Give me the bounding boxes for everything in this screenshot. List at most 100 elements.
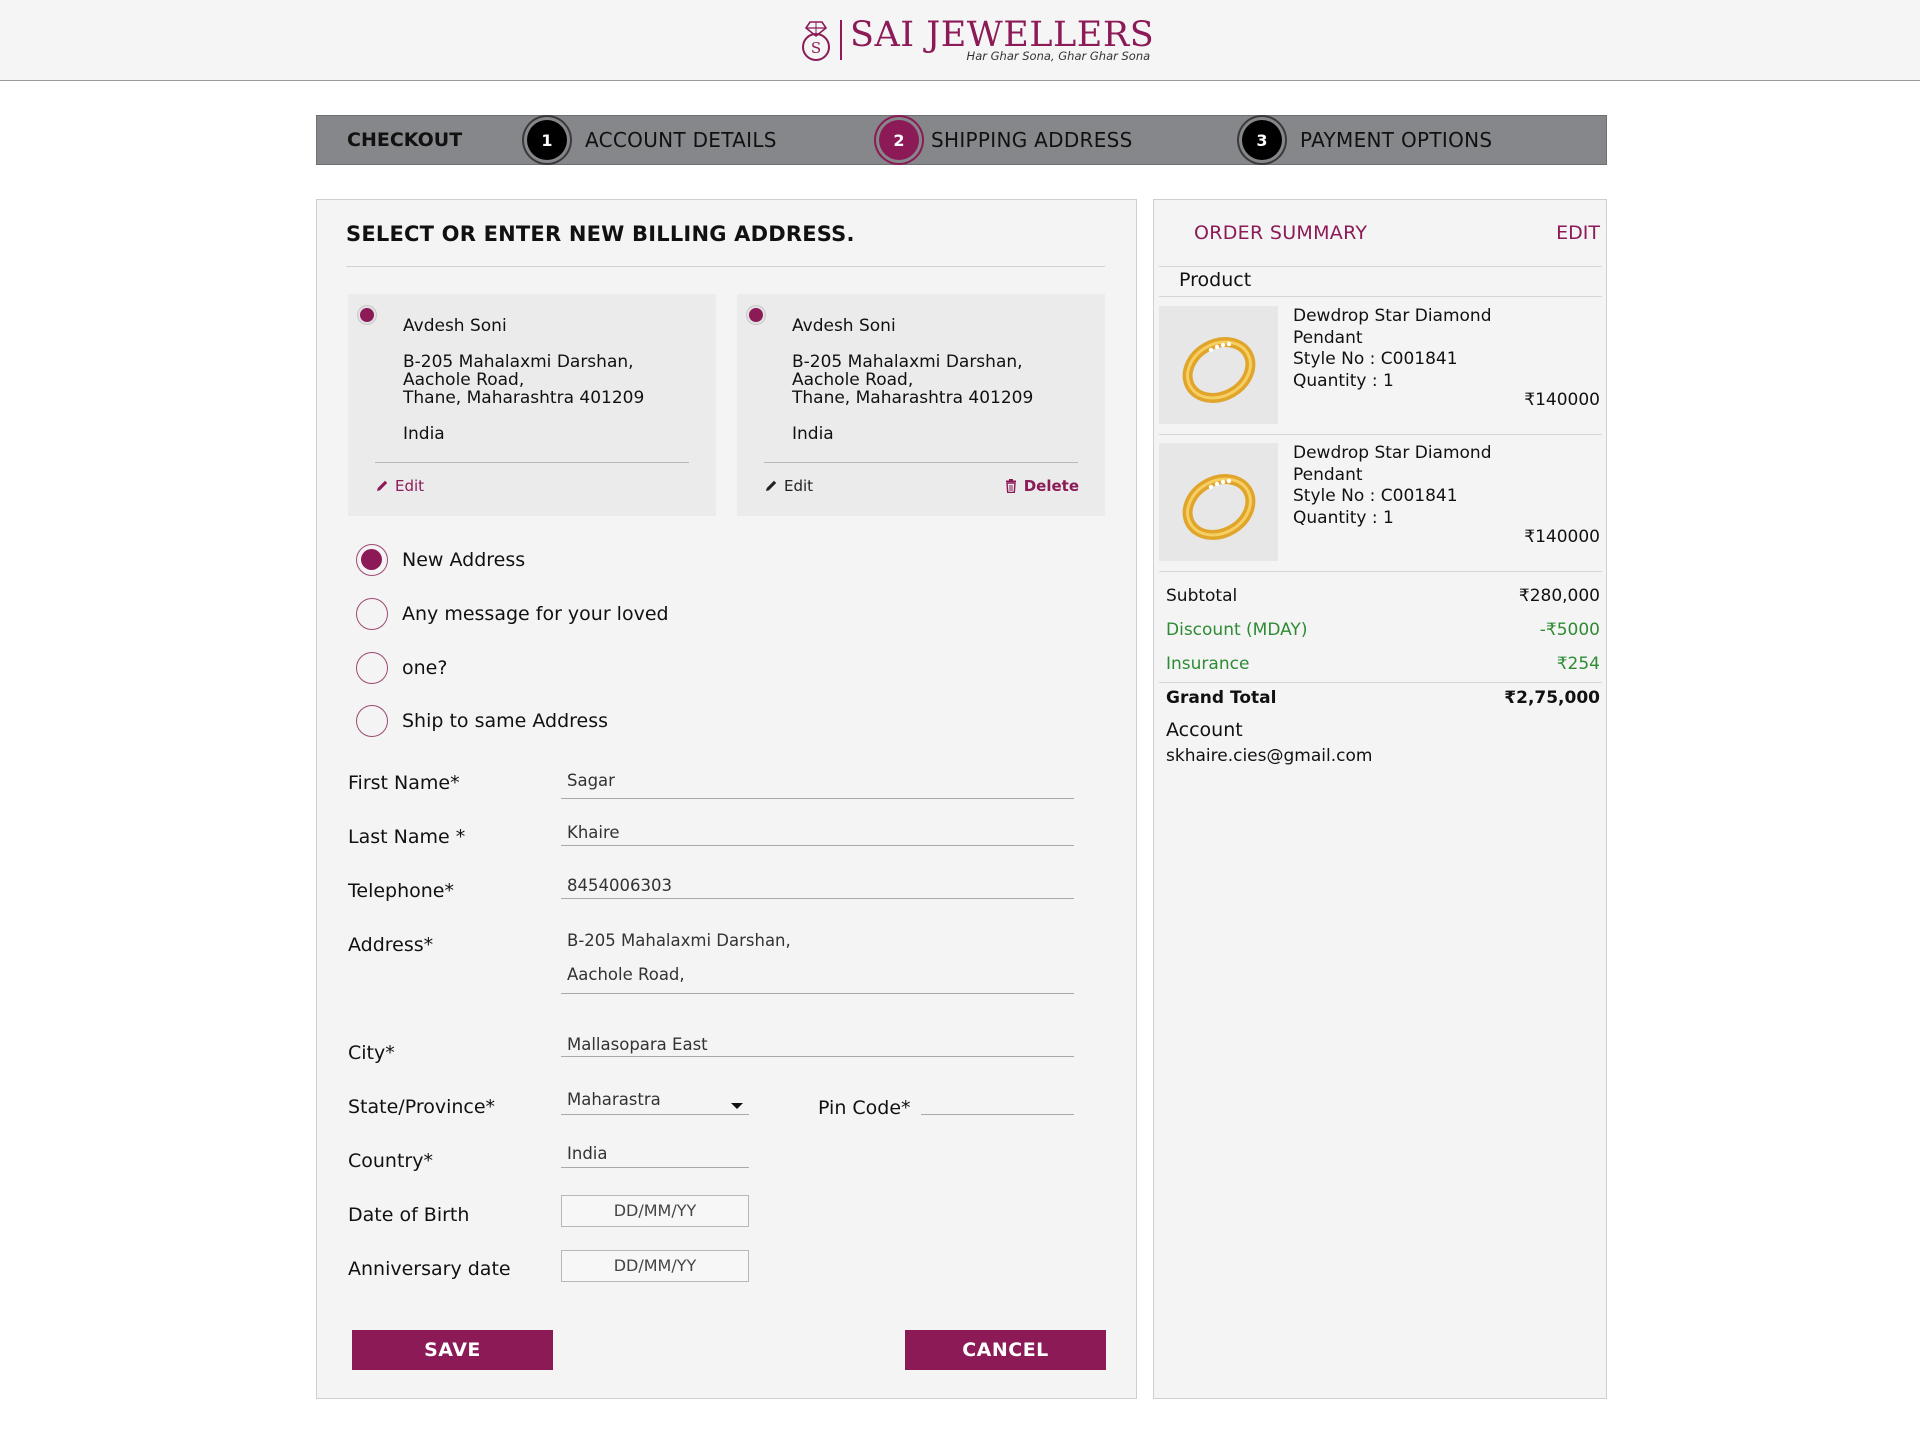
address-radio[interactable] <box>358 306 376 324</box>
address-country: India <box>792 424 834 444</box>
product-name: Pendant <box>1293 464 1363 485</box>
insurance-value: ₹254 <box>1556 654 1600 674</box>
dob-label: Date of Birth <box>348 1204 470 1226</box>
dob-input[interactable]: DD/MM/YY <box>561 1195 749 1227</box>
option-ship-same-address[interactable]: Ship to same Address <box>356 705 608 737</box>
divider <box>375 462 689 463</box>
divider <box>1159 682 1602 683</box>
pencil-icon <box>764 479 778 493</box>
step-shipping-address[interactable]: 2 SHIPPING ADDRESS <box>879 116 1133 164</box>
country-underline <box>561 1167 749 1168</box>
chevron-down-icon[interactable] <box>731 1103 743 1109</box>
anniversary-label: Anniversary date <box>348 1258 511 1280</box>
address-label: Address* <box>348 934 434 956</box>
product-style: Style No : C001841 <box>1293 486 1458 506</box>
address-line: Thane, Maharashtra 401209 <box>792 388 1034 408</box>
divider <box>1159 571 1602 572</box>
discount-value: -₹5000 <box>1539 620 1600 640</box>
pencil-icon <box>375 479 389 493</box>
pin-code-underline <box>921 1114 1074 1115</box>
pin-code-label: Pin Code* <box>818 1097 911 1119</box>
account-label: Account <box>1166 719 1243 741</box>
subtotal-label: Subtotal <box>1166 586 1238 606</box>
address-lines: B-205 Mahalaxmi Darshan, Aachole Road, T… <box>792 353 1033 407</box>
address-underline <box>561 993 1074 994</box>
option-message[interactable]: Any message for your loved <box>356 598 669 630</box>
first-name-field[interactable]: Sagar <box>567 771 615 790</box>
address-country: India <box>403 424 445 444</box>
product-image[interactable] <box>1159 306 1278 424</box>
step-number: 1 <box>527 120 567 160</box>
edit-address-button[interactable]: Edit <box>764 477 813 495</box>
order-summary-panel: ORDER SUMMARY EDIT Product Dewdrop Star … <box>1153 199 1607 1399</box>
delete-label: Delete <box>1023 477 1079 495</box>
gold-ring-icon <box>1182 474 1256 540</box>
radio-button[interactable] <box>356 705 388 737</box>
state-select[interactable]: Maharastra <box>567 1090 661 1109</box>
address-card[interactable]: Avdesh Soni B-205 Mahalaxmi Darshan, Aac… <box>348 294 716 516</box>
subtotal-row: Subtotal ₹280,000 <box>1166 586 1600 606</box>
radio-button[interactable] <box>356 544 388 576</box>
anniversary-input[interactable]: DD/MM/YY <box>561 1250 749 1282</box>
order-summary-title: ORDER SUMMARY <box>1194 222 1368 244</box>
option-label: Ship to same Address <box>402 710 609 732</box>
option-label: one? <box>402 657 448 679</box>
discount-row: Discount (MDAY) -₹5000 <box>1166 620 1600 640</box>
first-name-label: First Name* <box>348 772 460 794</box>
site-header: S SAI JEWELLERS Har Ghar Sona, Ghar Ghar… <box>0 0 1920 81</box>
edit-order-button[interactable]: EDIT <box>1556 222 1600 244</box>
radio-button[interactable] <box>356 652 388 684</box>
account-email: skhaire.cies@gmail.com <box>1166 746 1373 766</box>
step-account-details[interactable]: 1 ACCOUNT DETAILS <box>527 116 777 164</box>
product-image[interactable] <box>1159 443 1278 561</box>
first-name-underline <box>561 798 1074 799</box>
discount-label: Discount (MDAY) <box>1166 620 1308 640</box>
address-line: B-205 Mahalaxmi Darshan, <box>567 931 791 950</box>
address-line: Aachole Road, <box>403 370 525 390</box>
city-field[interactable]: Mallasopara East <box>567 1035 708 1054</box>
product-style: Style No : C001841 <box>1293 349 1458 369</box>
option-one[interactable]: one? <box>356 652 447 684</box>
option-new-address[interactable]: New Address <box>356 544 525 576</box>
radio-button[interactable] <box>356 598 388 630</box>
billing-address-panel: SELECT OR ENTER NEW BILLING ADDRESS. Avd… <box>316 199 1137 1399</box>
last-name-underline <box>561 845 1074 846</box>
step-payment-options[interactable]: 3 PAYMENT OPTIONS <box>1242 116 1492 164</box>
product-name: Pendant <box>1293 327 1363 348</box>
delete-address-button[interactable]: Delete <box>1005 477 1079 495</box>
address-name: Avdesh Soni <box>403 316 507 336</box>
insurance-row: Insurance ₹254 <box>1166 654 1600 674</box>
product-name: Dewdrop Star Diamond <box>1293 443 1492 463</box>
product-quantity: Quantity : 1 <box>1293 370 1394 391</box>
gold-ring-icon <box>1182 337 1256 403</box>
address-card[interactable]: Avdesh Soni B-205 Mahalaxmi Darshan, Aac… <box>737 294 1105 516</box>
step-number: 2 <box>879 120 919 160</box>
address-radio[interactable] <box>747 306 765 324</box>
save-button[interactable]: SAVE <box>352 1330 553 1370</box>
product-details: Dewdrop Star Diamond Pendant Style No : … <box>1293 306 1491 392</box>
cancel-button[interactable]: CANCEL <box>905 1330 1106 1370</box>
last-name-label: Last Name * <box>348 826 466 848</box>
grand-total-row: Grand Total ₹2,75,000 <box>1166 688 1600 708</box>
pin-code-field[interactable] <box>923 1090 1073 1112</box>
last-name-field[interactable]: Khaire <box>567 823 620 842</box>
country-field[interactable]: India <box>567 1144 608 1163</box>
brand-logo[interactable]: S SAI JEWELLERS Har Ghar Sona, Ghar Ghar… <box>798 14 1154 66</box>
step-label: ACCOUNT DETAILS <box>585 128 777 152</box>
option-label: Any message for your loved <box>402 603 669 625</box>
product-header: Product <box>1179 269 1252 291</box>
product-price: ₹140000 <box>1524 527 1600 547</box>
address-line: Thane, Maharashtra 401209 <box>403 388 645 408</box>
address-textarea[interactable]: B-205 Mahalaxmi Darshan, Aachole Road, <box>567 924 791 992</box>
telephone-underline <box>561 898 1074 899</box>
divider <box>764 462 1078 463</box>
edit-address-button[interactable]: Edit <box>375 477 424 495</box>
address-name: Avdesh Soni <box>792 316 896 336</box>
logo-separator <box>840 20 842 60</box>
telephone-field[interactable]: 8454006303 <box>567 876 672 895</box>
insurance-label: Insurance <box>1166 654 1250 674</box>
state-underline <box>561 1114 749 1115</box>
telephone-label: Telephone* <box>348 880 454 902</box>
address-line: Aachole Road, <box>567 965 685 984</box>
city-label: City* <box>348 1042 395 1064</box>
